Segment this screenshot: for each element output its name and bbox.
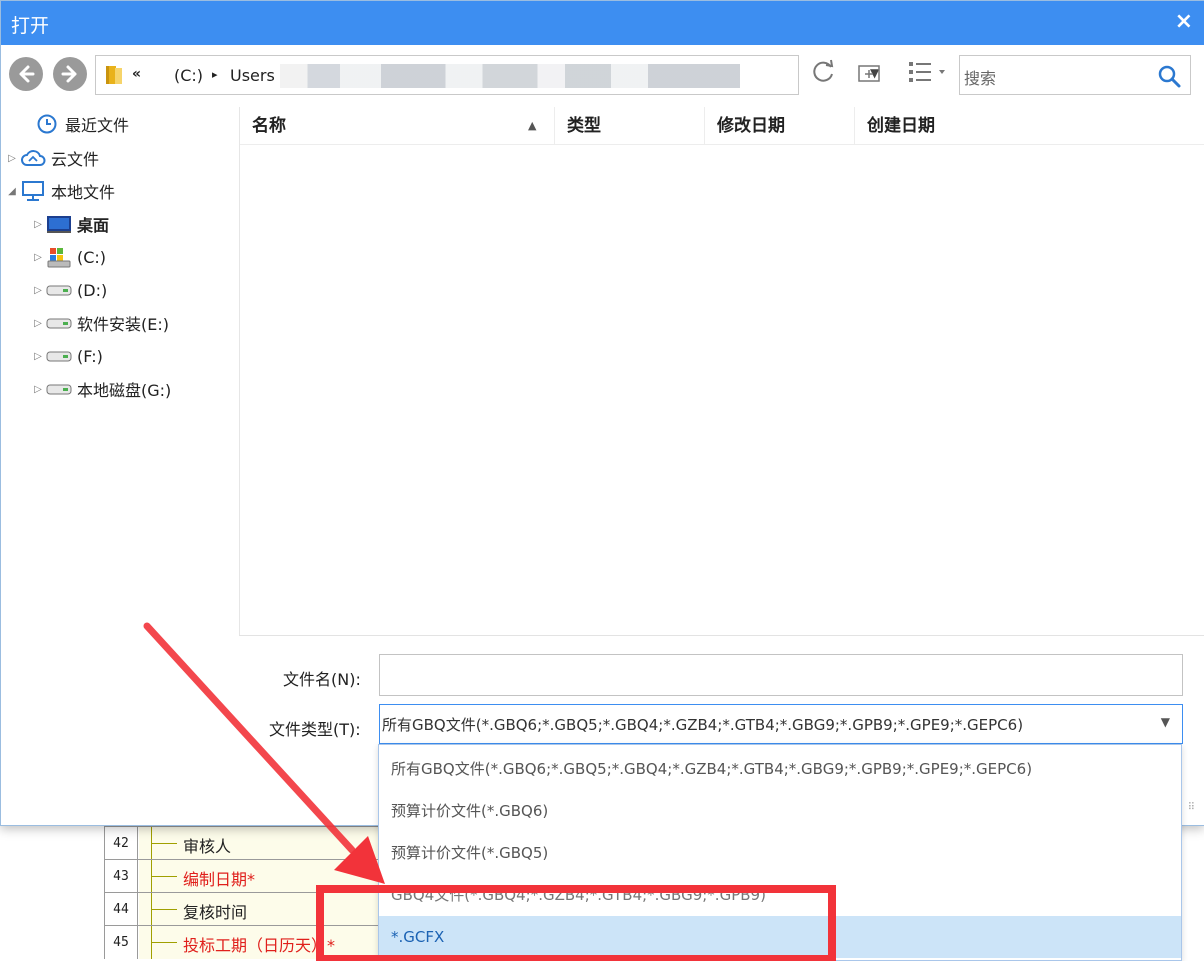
tree-expander[interactable]: ▷ [31,252,45,263]
navigation-sidebar: 最近文件 ▷ 云文件 ◢ 本地文件 ▷ 桌面 ▷ (C:) ▷ (D:) ▷ 软… [1,107,239,825]
sheet-row[interactable]: 42 审核人 [104,826,384,860]
row-label: 编制日期* [183,870,256,889]
sidebar-item-label: 本地磁盘(G:) [77,381,172,400]
sheet-row[interactable]: 43 编制日期* [104,859,384,893]
filename-label: 文件名(N): [283,670,361,689]
redacted-path [280,64,740,88]
title-bar[interactable]: 打开 × [1,1,1204,45]
system-drive-icon [45,246,73,268]
sidebar-item-label: 软件安装(E:) [77,315,169,334]
sidebar-item-local[interactable]: ◢ 本地文件 [5,176,115,206]
arrow-left-icon [19,65,35,83]
file-list[interactable]: 名称 ▲ 类型 修改日期 创建日期 [239,107,1204,635]
filename-input[interactable] [379,654,1183,696]
search-input[interactable]: 搜索 [964,65,996,89]
resize-grip[interactable]: ⠿ [1188,802,1195,813]
sidebar-item-drive-f[interactable]: ▷ (F:) [31,341,103,371]
tree-expander[interactable]: ◢ [5,186,19,197]
drive-icon [45,279,73,301]
sidebar-item-drive-c[interactable]: ▷ (C:) [31,242,106,272]
filetype-selected-value: 所有GBQ文件(*.GBQ6;*.GBQ5;*.GBQ4;*.GZB4;*.GT… [382,716,1024,734]
sheet-row[interactable]: 44 复核时间 [104,892,384,926]
tree-expander[interactable]: ▷ [31,384,45,395]
folder-icon [106,66,122,84]
filetype-dropdown-list: 所有GBQ文件(*.GBQ6;*.GBQ5;*.GBQ4;*.GZB4;*.GT… [378,744,1182,961]
tree-expander[interactable]: ▷ [31,285,45,296]
forward-button[interactable] [53,57,87,91]
row-cell[interactable]: 投标工期（日历天）* [139,926,384,959]
refresh-icon[interactable] [811,59,837,85]
row-cell[interactable]: 复核时间 [139,893,384,926]
cloud-icon [19,147,47,169]
row-label: 复核时间 [183,903,248,922]
address-bar[interactable]: « (C:) ▸ Users ▼ [95,55,879,95]
breadcrumb-drive[interactable]: (C:) [174,66,203,85]
column-created[interactable]: 创建日期 [855,107,1204,145]
open-file-dialog: 打开 × « (C:) ▸ Users ▼ 搜索 最近文件 ▷ 云文件 ◢ 本地… [0,0,1204,826]
filetype-option-selected[interactable]: *.GCFX [379,916,1181,958]
background-spreadsheet: 42 审核人 43 编制日期* 44 复核时间 45 投标工期（日历天）* [104,826,384,961]
clock-icon [33,113,61,135]
search-box[interactable]: 搜索 [959,55,1191,95]
back-button[interactable] [9,57,43,91]
drive-icon [45,312,73,334]
dialog-title: 打开 [11,15,50,37]
close-button[interactable]: × [1175,9,1193,34]
filetype-option[interactable]: 预算计价文件(*.GBQ5) [379,832,1181,874]
sidebar-item-label: 最近文件 [65,116,130,135]
sidebar-item-drive-e[interactable]: ▷ 软件安装(E:) [31,308,169,338]
tree-tick [151,876,177,877]
row-label: 投标工期（日历天）* [183,936,336,955]
sidebar-item-label: 云文件 [51,150,100,169]
sidebar-item-desktop[interactable]: ▷ 桌面 [31,209,109,239]
sheet-row[interactable]: 45 投标工期（日历天）* [104,925,384,959]
column-modified[interactable]: 修改日期 [705,107,855,145]
row-label: 审核人 [183,837,232,856]
row-cell[interactable]: 审核人 [139,827,384,860]
tree-tick [151,942,177,943]
filetype-select[interactable]: 所有GBQ文件(*.GBQ6;*.GBQ5;*.GBQ4;*.GZB4;*.GT… [379,704,1183,744]
breadcrumb-users[interactable]: Users [230,66,275,85]
filetype-option[interactable]: 预算计价文件(*.GBQ6) [379,790,1181,832]
view-mode-icon[interactable] [907,59,949,85]
tree-expander[interactable]: ▷ [31,318,45,329]
sidebar-item-recent[interactable]: 最近文件 [19,109,129,139]
row-number: 43 [104,860,138,893]
sidebar-item-drive-d[interactable]: ▷ (D:) [31,275,107,305]
search-icon[interactable] [1156,63,1182,89]
sidebar-item-drive-g[interactable]: ▷ 本地磁盘(G:) [31,374,171,404]
arrow-right-icon [61,65,77,83]
row-number: 42 [104,827,138,860]
column-type[interactable]: 类型 [555,107,705,145]
tree-expander[interactable]: ▷ [31,351,45,362]
column-name[interactable]: 名称 [240,107,555,145]
monitor-icon [19,180,47,202]
new-folder-icon[interactable] [857,63,881,83]
sidebar-item-label: (F:) [77,346,103,366]
breadcrumb-separator[interactable]: ▸ [212,68,218,81]
filetype-option[interactable]: 所有GBQ文件(*.GBQ6;*.GBQ5;*.GBQ4;*.GZB4;*.GT… [379,748,1181,790]
filetype-label: 文件类型(T): [269,720,361,739]
row-number: 44 [104,893,138,926]
tree-expander[interactable]: ▷ [5,153,19,164]
drive-icon [45,345,73,367]
filetype-option[interactable]: GBQ4文件(*.GBQ4;*.GZB4;*.GTB4;*.GBG9;*.GPB… [379,874,1181,916]
tree-tick [151,843,177,844]
sort-ascending-icon: ▲ [528,119,537,132]
chevron-down-icon[interactable]: ▼ [1161,715,1170,729]
sidebar-item-label: 本地文件 [51,183,116,202]
column-header: 名称 ▲ 类型 修改日期 创建日期 [240,107,1204,145]
tree-tick [151,909,177,910]
sidebar-item-label: (D:) [77,280,108,300]
sidebar-item-label: (C:) [77,247,107,267]
navigation-toolbar: « (C:) ▸ Users ▼ 搜索 [1,45,1204,107]
sidebar-item-label: 桌面 [77,216,110,235]
desktop-icon [45,213,73,235]
row-cell[interactable]: 编制日期* [139,860,384,893]
breadcrumb-overflow[interactable]: « [132,66,141,82]
sidebar-item-cloud[interactable]: ▷ 云文件 [5,143,99,173]
drive-icon [45,378,73,400]
row-number: 45 [104,926,138,959]
tree-expander[interactable]: ▷ [31,219,45,230]
